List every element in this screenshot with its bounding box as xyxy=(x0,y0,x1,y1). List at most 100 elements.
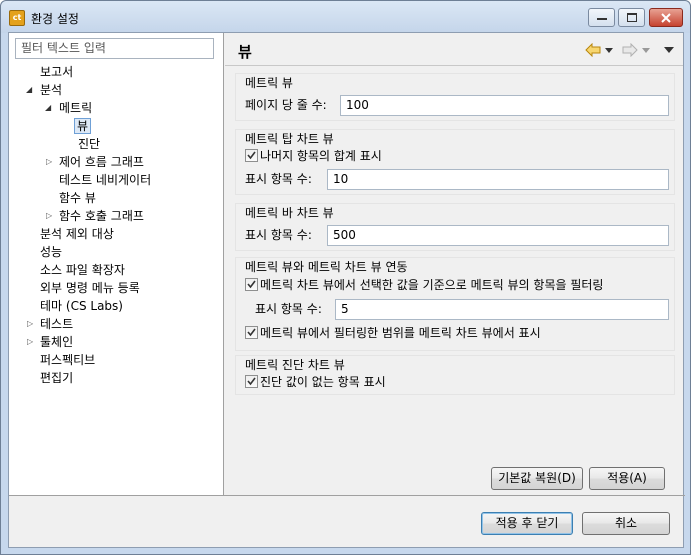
tree-item-label: 보고서 xyxy=(40,65,74,79)
tree-item-diagnosis[interactable]: 진단 xyxy=(78,135,100,153)
tree-item-label: 진단 xyxy=(78,137,101,151)
forward-arrow-icon xyxy=(622,43,638,57)
tree-item-analysis[interactable]: 분석 xyxy=(40,81,62,99)
tree-item-label: 뷰 xyxy=(74,118,92,134)
group-title: 메트릭 뷰와 메트릭 차트 뷰 연동 xyxy=(245,260,408,274)
restore-defaults-button[interactable]: 기본값 복원(D) xyxy=(491,467,583,490)
show-no-value-option[interactable]: 진단 값이 없는 항목 표시 xyxy=(245,372,386,392)
tree-item-report[interactable]: 보고서 xyxy=(40,63,73,81)
back-button[interactable] xyxy=(585,42,614,58)
top-count-input[interactable]: 10 xyxy=(327,169,669,190)
tree-item-exclusions[interactable]: 분석 제외 대상 xyxy=(40,225,114,243)
tree-item-label: 함수 뷰 xyxy=(59,191,96,205)
title-bar[interactable]: ct 환경 설정 xyxy=(1,1,690,33)
tree-item-cfg[interactable]: 제어 흐름 그래프 xyxy=(59,153,144,171)
tree-item-label: 외부 명령 메뉴 등록 xyxy=(40,281,140,295)
checkmark-icon xyxy=(247,328,256,337)
app-icon: ct xyxy=(9,10,25,26)
filter-by-chart-checkbox[interactable] xyxy=(245,278,258,291)
tree-item-view[interactable]: 뷰 xyxy=(74,117,92,135)
link-count-input[interactable]: 5 xyxy=(335,299,669,320)
page-title: 뷰 xyxy=(238,43,252,61)
metric-view-group: 메트릭 뷰 페이지 당 줄 수: 100 xyxy=(235,73,675,121)
expanded-arrow-icon[interactable]: ◢ xyxy=(45,99,51,117)
checkmark-icon xyxy=(247,280,256,289)
link-count-label: 표시 항목 수: xyxy=(255,302,322,316)
top-count-label: 표시 항목 수: xyxy=(245,172,312,186)
tree-item-label: 메트릭 xyxy=(59,101,93,115)
tree-item-label: 성능 xyxy=(40,245,63,259)
view-menu-button[interactable] xyxy=(663,42,675,58)
group-title: 메트릭 바 차트 뷰 xyxy=(245,206,334,220)
bar-count-input[interactable]: 500 xyxy=(327,225,669,246)
cancel-button[interactable]: 취소 xyxy=(582,512,670,535)
apply-button[interactable]: 적용(A) xyxy=(589,467,665,490)
collapsed-arrow-icon[interactable]: ▷ xyxy=(27,333,33,351)
checkbox-label: 진단 값이 없는 항목 표시 xyxy=(260,375,386,389)
tree-item-test-navigator[interactable]: 테스트 네비게이터 xyxy=(59,171,151,189)
collapsed-arrow-icon[interactable]: ▷ xyxy=(46,207,52,225)
tree-item-label: 소스 파일 확장자 xyxy=(40,263,125,277)
group-title: 메트릭 뷰 xyxy=(245,76,293,90)
checkmark-icon xyxy=(247,151,256,160)
metric-bar-chart-group: 메트릭 바 차트 뷰 표시 항목 수: 500 xyxy=(235,203,675,251)
tree-item-performance[interactable]: 성능 xyxy=(40,243,62,261)
lines-per-page-label: 페이지 당 줄 수: xyxy=(245,98,327,112)
tree-item-test[interactable]: 테스트 xyxy=(40,315,73,333)
view-menu-icon xyxy=(664,47,674,53)
checkbox-label: 메트릭 차트 뷰에서 선택한 값을 기준으로 메트릭 뷰의 항목을 필터링 xyxy=(260,278,604,292)
lines-per-page-input[interactable]: 100 xyxy=(340,95,669,116)
show-range-checkbox[interactable] xyxy=(245,326,258,339)
button-bar-divider xyxy=(9,495,685,496)
tree-item-label: 편집기 xyxy=(40,371,74,385)
show-rest-sum-checkbox[interactable] xyxy=(245,149,258,162)
maximize-icon xyxy=(626,13,637,22)
tree-item-call-graph[interactable]: 함수 호출 그래프 xyxy=(59,207,144,225)
tree-item-label: 분석 xyxy=(40,83,63,97)
collapsed-arrow-icon[interactable]: ▷ xyxy=(46,153,52,171)
preference-page: 뷰 메트릭 뷰 페이지 당 줄 수: 100 메트릭 탑 차트 뷰 나머지 항목… xyxy=(225,33,683,495)
checkbox-label: 나머지 항목의 합계 표시 xyxy=(260,149,382,163)
close-button[interactable] xyxy=(649,8,683,27)
close-icon xyxy=(661,12,671,23)
tree-item-function-view[interactable]: 함수 뷰 xyxy=(59,189,96,207)
tree-item-editor[interactable]: 편집기 xyxy=(40,369,73,387)
group-title: 메트릭 탑 차트 뷰 xyxy=(245,132,334,146)
minimize-button[interactable] xyxy=(588,8,615,27)
tree-item-metric[interactable]: 메트릭 xyxy=(59,99,92,117)
tree-item-perspective[interactable]: 퍼스펙티브 xyxy=(40,351,95,369)
forward-button[interactable] xyxy=(622,42,651,58)
metric-link-group: 메트릭 뷰와 메트릭 차트 뷰 연동 메트릭 차트 뷰에서 선택한 값을 기준으… xyxy=(235,257,675,351)
tree-item-source-ext[interactable]: 소스 파일 확장자 xyxy=(40,261,125,279)
preference-tree-panel: 필터 텍스트 입력 보고서 ◢ 분석 ◢ 메트릭 뷰 진단 ▷ 제어 흐름 그래… xyxy=(9,33,224,495)
maximize-button[interactable] xyxy=(618,8,645,27)
tree-item-toolchain[interactable]: 툴체인 xyxy=(40,333,73,351)
dropdown-arrow-icon xyxy=(605,48,613,53)
filter-by-chart-option[interactable]: 메트릭 차트 뷰에서 선택한 값을 기준으로 메트릭 뷰의 항목을 필터링 xyxy=(245,275,603,295)
group-title: 메트릭 진단 차트 뷰 xyxy=(245,358,345,372)
apply-and-close-button[interactable]: 적용 후 닫기 xyxy=(481,512,573,535)
metric-top-chart-group: 메트릭 탑 차트 뷰 나머지 항목의 합계 표시 표시 항목 수: 10 xyxy=(235,129,675,195)
metric-diag-chart-group: 메트릭 진단 차트 뷰 진단 값이 없는 항목 표시 xyxy=(235,355,675,395)
expanded-arrow-icon[interactable]: ◢ xyxy=(26,81,32,99)
show-range-option[interactable]: 메트릭 뷰에서 필터링한 범위를 메트릭 차트 뷰에서 표시 xyxy=(245,323,541,343)
tree-item-label: 테마 (CS Labs) xyxy=(40,299,123,313)
bar-count-label: 표시 항목 수: xyxy=(245,228,312,242)
tree-item-external-cmd[interactable]: 외부 명령 메뉴 등록 xyxy=(40,279,140,297)
dropdown-arrow-icon xyxy=(642,48,650,53)
tree-item-label: 퍼스펙티브 xyxy=(40,353,96,367)
tree-item-theme[interactable]: 테마 (CS Labs) xyxy=(40,297,123,315)
dialog-client: 필터 텍스트 입력 보고서 ◢ 분석 ◢ 메트릭 뷰 진단 ▷ 제어 흐름 그래… xyxy=(8,32,685,548)
tree-item-label: 분석 제외 대상 xyxy=(40,227,114,241)
page-title-divider xyxy=(225,65,683,66)
preferences-window: ct 환경 설정 필터 텍스트 입력 보고서 ◢ 분석 ◢ 메트릭 뷰 진단 ▷… xyxy=(0,0,691,555)
filter-input[interactable]: 필터 텍스트 입력 xyxy=(15,38,214,59)
tree-item-label: 제어 흐름 그래프 xyxy=(59,155,144,169)
minimize-icon xyxy=(596,17,607,20)
collapsed-arrow-icon[interactable]: ▷ xyxy=(27,315,33,333)
show-rest-sum-option[interactable]: 나머지 항목의 합계 표시 xyxy=(245,146,382,166)
window-title: 환경 설정 xyxy=(31,12,79,26)
checkmark-icon xyxy=(247,377,256,386)
show-no-value-checkbox[interactable] xyxy=(245,375,258,388)
tree-item-label: 툴체인 xyxy=(40,335,74,349)
